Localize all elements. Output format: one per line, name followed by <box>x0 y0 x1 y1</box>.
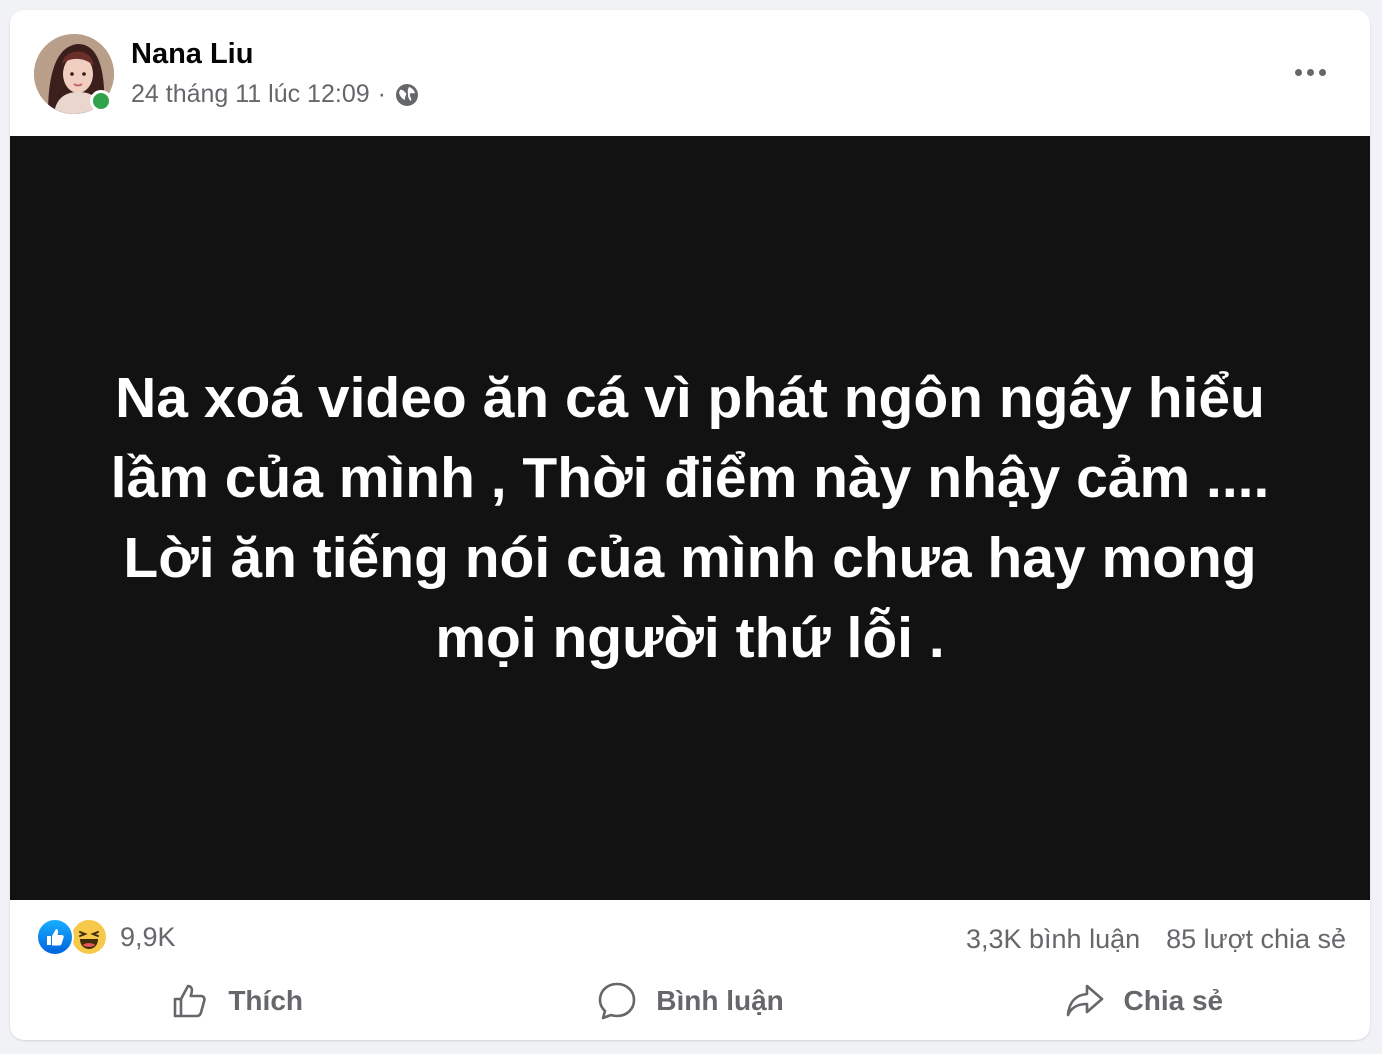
post-meta: 24 tháng 11 lúc 12:09 · <box>131 80 420 109</box>
more-options-icon[interactable] <box>1286 54 1334 90</box>
comment-label: Bình luận <box>656 985 784 1016</box>
share-label: Chia sẻ <box>1123 985 1224 1016</box>
globe-icon[interactable] <box>394 82 420 108</box>
meta-separator: · <box>377 80 386 108</box>
post-actions: Thích Bình luận Chia sẻ <box>10 966 1370 1036</box>
comment-button[interactable]: Bình luận <box>463 966 916 1036</box>
post-card: Nana Liu 24 tháng 11 lúc 12:09 · Na xoá … <box>10 10 1370 1040</box>
post-timestamp[interactable]: 24 tháng 11 lúc 12:09 <box>131 80 370 109</box>
comment-bubble-icon <box>598 982 636 1020</box>
share-arrow-icon <box>1066 984 1103 1017</box>
like-reaction-icon <box>36 918 74 956</box>
shares-count[interactable]: 85 lượt chia sẻ <box>1166 924 1346 955</box>
online-status-indicator <box>90 90 112 112</box>
share-button[interactable]: Chia sẻ <box>917 966 1370 1036</box>
post-media[interactable]: Na xoá video ăn cá vì phát ngôn ngây hiể… <box>10 136 1370 900</box>
like-label: Thích <box>228 985 303 1016</box>
post-header: Nana Liu 24 tháng 11 lúc 12:09 · <box>10 10 1370 136</box>
post-content-text: Na xoá video ăn cá vì phát ngôn ngây hiể… <box>90 358 1290 678</box>
thumbs-up-icon <box>174 984 207 1018</box>
content-line: Na xoá video ăn cá vì phát ngôn ngây hiể… <box>115 366 1265 430</box>
comments-count[interactable]: 3,3K bình luận <box>966 924 1140 955</box>
author-name[interactable]: Nana Liu <box>131 38 253 71</box>
content-line: lầm của mình , Thời điểm này nhậy cảm ..… <box>110 446 1270 510</box>
like-button[interactable]: Thích <box>10 966 463 1036</box>
content-line: Lời ăn tiếng nói của mình chưa hay mong <box>123 526 1257 590</box>
haha-reaction-icon <box>70 918 108 956</box>
engagement-counts: 3,3K bình luận 85 lượt chia sẻ <box>966 924 1346 955</box>
reactions-summary[interactable]: 9,9K <box>36 918 176 956</box>
content-line: mọi người thứ lỗi . <box>435 606 945 670</box>
reactions-count: 9,9K <box>120 921 176 952</box>
